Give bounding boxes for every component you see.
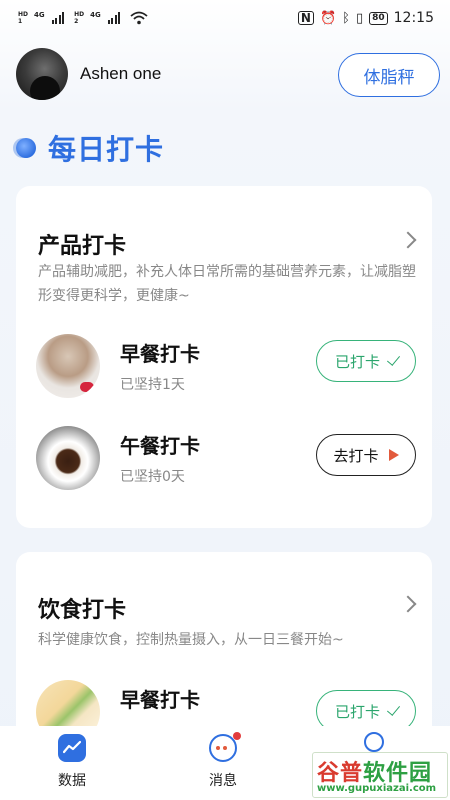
list-item: 午餐打卡 已坚持0天 去打卡	[36, 426, 416, 496]
item-streak: 已坚持0天	[120, 469, 185, 485]
network1-label: 4G	[34, 11, 45, 19]
section-dot-icon	[16, 138, 36, 158]
status-right: N ⏰ ᛒ ▯ 80 12:15	[297, 10, 434, 26]
item-name: 早餐打卡	[120, 688, 200, 712]
check-icon	[386, 702, 401, 716]
check-icon	[386, 352, 401, 366]
sim1-indicator: HD 1	[18, 11, 28, 25]
bluetooth-icon: ᛒ	[342, 10, 350, 26]
user-name[interactable]: Ashen one	[80, 64, 161, 84]
product-checkin-card[interactable]: 产品打卡 产品辅助减肥，补充人体日常所需的基础营养元素，让减脂塑形变得更科学，更…	[16, 186, 432, 528]
signal2-icon	[107, 12, 121, 24]
sim2-indicator: HD 2	[74, 11, 84, 25]
watermark-url: www.gupuxiazai.com	[317, 783, 437, 794]
alarm-icon: ⏰	[319, 10, 337, 26]
button-label: 去打卡	[333, 446, 379, 465]
diet-card-title: 饮食打卡	[38, 598, 127, 623]
profile-icon	[364, 732, 384, 752]
play-arrow-icon	[388, 449, 399, 461]
diet-card-description: 科学健康饮食，控制热量摄入，从一日三餐开始~	[38, 632, 344, 648]
sim2-hd-label: HD	[74, 11, 85, 18]
item-name: 午餐打卡	[120, 434, 200, 458]
status-bar: HD 1 4G HD 2 4G N ⏰ ᛒ ▯ 80 12:15	[0, 0, 450, 36]
tab-label: 数据	[58, 773, 86, 789]
product-card-title: 产品打卡	[38, 234, 127, 259]
avatar[interactable]	[16, 48, 68, 100]
sim2-number: 2	[74, 18, 79, 25]
chevron-right-icon[interactable]	[399, 595, 417, 613]
clock: 12:15	[393, 10, 434, 26]
checked-in-button[interactable]: 已打卡	[316, 340, 416, 382]
tab-data[interactable]: 数据	[32, 732, 112, 794]
list-item: 早餐打卡 已坚持1天 已打卡	[36, 334, 416, 404]
unread-badge	[233, 732, 241, 740]
sim1-number: 1	[18, 18, 23, 25]
go-checkin-button[interactable]: 去打卡	[316, 434, 416, 476]
sim1-hd-label: HD	[18, 11, 29, 18]
section-title-text: 每日打卡	[48, 133, 165, 166]
button-label: 已打卡	[334, 702, 380, 721]
product-card-description: 产品辅助减肥，补充人体日常所需的基础营养元素，让减脂塑形变得更科学，更健康~	[38, 264, 416, 304]
network2-label: 4G	[90, 11, 101, 19]
header: Ashen one 体脂秤	[0, 44, 450, 108]
item-name: 早餐打卡	[120, 342, 200, 366]
watermark-logo: 谷普软件园 www.gupuxiazai.com	[312, 752, 448, 798]
body-fat-scale-button[interactable]: 体脂秤	[338, 53, 440, 97]
chevron-right-icon[interactable]	[399, 231, 417, 249]
battery-icon: 80	[369, 11, 388, 25]
message-icon	[209, 732, 241, 762]
wifi-icon	[130, 11, 148, 25]
tab-label: 消息	[209, 773, 237, 789]
nfc-icon: N	[297, 11, 314, 25]
status-left: HD 1 4G HD 2 4G	[18, 11, 148, 25]
coffee-image	[36, 426, 100, 490]
item-streak: 已坚持1天	[120, 377, 185, 393]
tab-messages[interactable]: 消息	[183, 732, 263, 794]
button-label: 已打卡	[334, 352, 380, 371]
vibrate-icon: ▯	[355, 10, 364, 26]
smoothie-image	[36, 334, 100, 398]
signal1-icon	[51, 12, 65, 24]
section-title: 每日打卡	[16, 128, 164, 168]
data-chart-icon	[58, 734, 86, 762]
